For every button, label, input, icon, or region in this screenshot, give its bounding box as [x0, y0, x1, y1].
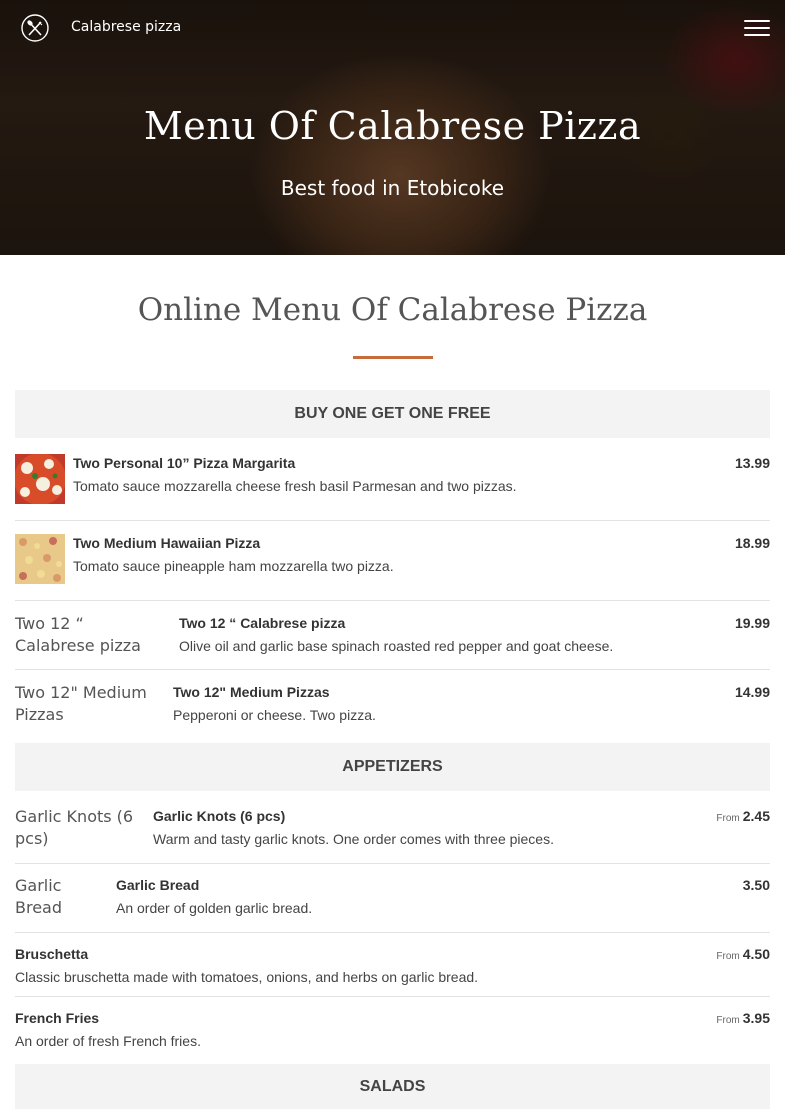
menu-item[interactable]: Bruschetta Classic bruschetta made with … [15, 944, 770, 997]
item-description: Pepperoni or cheese. Two pizza. [173, 707, 376, 723]
menu-title: Online Menu Of Calabrese Pizza [137, 292, 648, 328]
item-price: From 2.45 [716, 808, 770, 824]
item-name: Two 12" Medium Pizzas [173, 684, 330, 700]
item-description: Tomato sauce mozzarella cheese fresh bas… [73, 478, 517, 494]
item-name: Two Medium Hawaiian Pizza [73, 535, 261, 551]
item-description: An order of golden garlic bread. [116, 900, 313, 916]
category-header: SALADS [15, 1064, 770, 1109]
item-name: Two 12 “ Calabrese pizza [179, 615, 346, 631]
menu-item[interactable]: Two Personal 10” Pizza Margarita Tomato … [15, 453, 770, 521]
price-prefix: From [716, 813, 740, 824]
hamburger-menu-icon[interactable] [744, 20, 770, 38]
menu-item[interactable]: Two Medium Hawaiian Pizza Tomato sauce p… [15, 533, 770, 601]
menu-item[interactable]: Two 12 “ Calabrese pizza Two 12 “ Calabr… [15, 613, 770, 670]
broken-image-alt: Garlic Knots (6 pcs) [15, 807, 134, 848]
hawaiian-pizza-image [15, 534, 65, 584]
item-price: 14.99 [734, 684, 770, 700]
item-price: 19.99 [734, 615, 770, 631]
item-name: Garlic Knots (6 pcs) [153, 808, 286, 824]
item-description: Warm and tasty garlic knots. One order c… [153, 831, 554, 847]
item-name: French Fries [15, 1010, 100, 1026]
category-header: APPETIZERS [15, 743, 770, 791]
price-value: 4.50 [742, 946, 770, 962]
brand-name[interactable]: Calabrese pizza [71, 19, 181, 35]
item-price: 18.99 [734, 535, 770, 551]
item-name: Bruschetta [15, 946, 89, 962]
price-prefix: From [716, 951, 740, 962]
hero-banner: Calabrese pizza Menu Of Calabrese Pizza … [0, 0, 785, 255]
menu-item[interactable]: Garlic Bread Garlic Bread An order of go… [15, 875, 770, 933]
item-description: Classic bruschetta made with tomatoes, o… [15, 969, 479, 985]
item-price: 13.99 [734, 455, 770, 471]
title-divider [353, 356, 433, 359]
item-name: Two Personal 10” Pizza Margarita [73, 455, 296, 471]
price-prefix: From [716, 1015, 740, 1026]
broken-image-alt: Garlic Bread [15, 876, 63, 917]
broken-image-alt: Two 12" Medium Pizzas [15, 683, 147, 724]
broken-image-alt: Two 12 “ Calabrese pizza [15, 614, 141, 655]
item-description: Olive oil and garlic base spinach roaste… [179, 638, 614, 654]
crossed-utensils-icon[interactable] [21, 14, 49, 42]
menu-item[interactable]: Two 12" Medium Pizzas Two 12" Medium Piz… [15, 682, 770, 740]
item-description: An order of fresh French fries. [15, 1033, 201, 1049]
hero-title: Menu Of Calabrese Pizza [143, 104, 642, 148]
top-navbar: Calabrese pizza [0, 0, 785, 58]
item-price: From 4.50 [716, 946, 770, 962]
hero-subtitle: Best food in Etobicoke [280, 176, 505, 200]
menu-item[interactable]: French Fries An order of fresh French fr… [15, 1008, 770, 1060]
item-name: Garlic Bread [116, 877, 200, 893]
margarita-pizza-image [15, 454, 65, 504]
price-value: 3.95 [742, 1010, 770, 1026]
item-price: 3.50 [742, 877, 770, 893]
menu-item[interactable]: Garlic Knots (6 pcs) Garlic Knots (6 pcs… [15, 806, 770, 864]
item-description: Tomato sauce pineapple ham mozzarella tw… [73, 558, 394, 574]
item-price: From 3.95 [716, 1010, 770, 1026]
price-value: 2.45 [742, 808, 770, 824]
category-header: BUY ONE GET ONE FREE [15, 390, 770, 438]
